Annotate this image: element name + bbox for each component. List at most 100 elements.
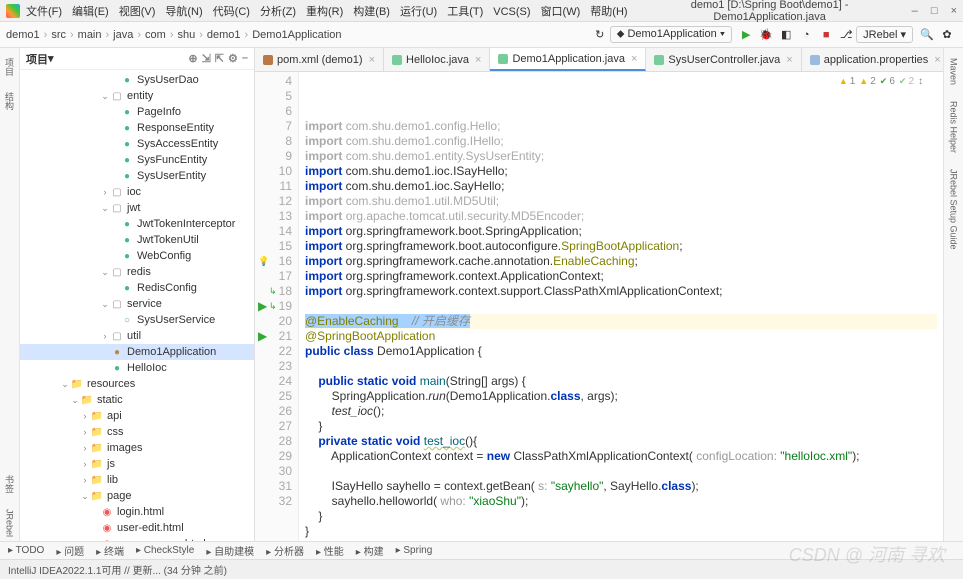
profile-button[interactable]: ◔ — [798, 27, 814, 43]
close-button[interactable]: × — [951, 5, 957, 17]
menu-item[interactable]: VCS(S) — [493, 6, 530, 18]
tree-row[interactable]: ›images — [20, 440, 254, 456]
tree-row[interactable]: HelloIoc — [20, 360, 254, 376]
sync-icon[interactable]: ↻ — [592, 27, 608, 43]
menu-item[interactable]: 窗口(W) — [541, 6, 581, 18]
breadcrumb-item[interactable]: java — [113, 29, 133, 41]
editor-tab[interactable]: pom.xml (demo1)× — [255, 48, 384, 71]
code-area[interactable]: 1 2 6 2 ↕ import com.shu.demo1.config.He… — [299, 72, 943, 541]
coverage-button[interactable]: ◧ — [778, 27, 794, 43]
editor-tabs[interactable]: pom.xml (demo1)×HelloIoc.java×Demo1Appli… — [255, 48, 943, 72]
bottom-tab[interactable]: ▸ 自助建模 — [206, 543, 254, 558]
tree-row[interactable]: PageInfo — [20, 104, 254, 120]
minimize-button[interactable]: – — [912, 5, 918, 17]
tree-row[interactable]: SysUserDao — [20, 72, 254, 88]
breadcrumb-item[interactable]: main — [78, 29, 102, 41]
tree-row[interactable]: JwtTokenUtil — [20, 232, 254, 248]
run-config-selector[interactable]: ⬥ Demo1Application ▾ — [610, 26, 732, 43]
bottom-tool-tabs[interactable]: ▸ TODO ▸ 问题 ▸ 终端 ▸ CheckStyle ▸ 自助建模 ▸ 分析器 ▸ 性… — [0, 541, 963, 559]
bottom-tab[interactable]: ▸ 问题 — [56, 543, 84, 558]
tree-row[interactable]: ›ioc — [20, 184, 254, 200]
tree-row[interactable]: login.html — [20, 504, 254, 520]
menu-item[interactable]: 工具(T) — [447, 6, 483, 18]
tree-row[interactable]: SysFuncEntity — [20, 152, 254, 168]
menu-item[interactable]: 导航(N) — [165, 6, 202, 18]
tree-row[interactable]: user-edit.html — [20, 520, 254, 536]
tree-row[interactable]: SysUserService — [20, 312, 254, 328]
bottom-tab[interactable]: ▸ CheckStyle — [136, 545, 194, 556]
menu-item[interactable]: 重构(R) — [306, 6, 343, 18]
bottom-tab[interactable]: ▸ 性能 — [316, 543, 344, 558]
editor-tab[interactable]: SysUserController.java× — [646, 48, 801, 71]
menu-item[interactable]: 分析(Z) — [260, 6, 296, 18]
jrebel-tab[interactable]: JRebel — [3, 505, 17, 541]
tree-row[interactable]: Demo1Application — [20, 344, 254, 360]
bottom-tab[interactable]: ▸ 构建 — [356, 543, 384, 558]
breadcrumb-item[interactable]: Demo1Application — [252, 29, 341, 41]
tree-row[interactable]: JwtTokenInterceptor — [20, 216, 254, 232]
bottom-tab[interactable]: ▸ 分析器 — [266, 543, 304, 558]
tree-row[interactable]: ⌄entity — [20, 88, 254, 104]
tree-row[interactable]: ⌄jwt — [20, 200, 254, 216]
tree-row[interactable]: ›js — [20, 456, 254, 472]
breadcrumb-item[interactable]: shu — [177, 29, 195, 41]
tree-row[interactable]: SysAccessEntity — [20, 136, 254, 152]
breadcrumb-item[interactable]: demo1 — [207, 29, 241, 41]
tree-row[interactable]: ⌄resources — [20, 376, 254, 392]
status-bar: IntelliJ IDEA2022.1.1可用 // 更新... (34 分钟 … — [0, 559, 963, 579]
right-tab[interactable]: Maven — [947, 54, 961, 89]
project-tab[interactable]: 项目 — [1, 54, 18, 80]
tree-row[interactable]: ⌄static — [20, 392, 254, 408]
breadcrumb-item[interactable]: demo1 — [6, 29, 40, 41]
jrebel-selector[interactable]: JRebel ▾ — [856, 26, 913, 43]
hide-icon[interactable]: – — [242, 52, 248, 65]
settings-icon[interactable]: ✿ — [939, 27, 955, 43]
maximize-button[interactable]: □ — [931, 5, 938, 17]
expand-icon[interactable]: ⇲ — [202, 52, 211, 65]
breadcrumb-item[interactable]: com — [145, 29, 166, 41]
breadcrumb-item[interactable]: src — [51, 29, 66, 41]
tree-row[interactable]: ⌄page — [20, 488, 254, 504]
structure-tab[interactable]: 结构 — [1, 88, 18, 114]
tree-row[interactable]: ›api — [20, 408, 254, 424]
menu-item[interactable]: 帮助(H) — [590, 6, 627, 18]
menu-item[interactable]: 运行(U) — [400, 6, 437, 18]
editor-tab[interactable]: HelloIoc.java× — [384, 48, 490, 71]
search-icon[interactable]: 🔍 — [919, 27, 935, 43]
bottom-tab[interactable]: ▸ Spring — [396, 545, 433, 556]
bottom-tab[interactable]: ▸ 终端 — [96, 543, 124, 558]
stop-button[interactable]: ■ — [818, 27, 834, 43]
inspection-badges[interactable]: 1 2 6 2 ↕ — [839, 74, 923, 89]
status-message[interactable]: IntelliJ IDEA2022.1.1可用 // 更新... (34 分钟 … — [8, 562, 227, 577]
menu-item[interactable]: 编辑(E) — [72, 6, 109, 18]
menu-item[interactable]: 代码(C) — [213, 6, 250, 18]
right-tab[interactable]: Redis Helper — [947, 97, 961, 157]
debug-button[interactable]: 🐞 — [758, 27, 774, 43]
tree-row[interactable]: ›util — [20, 328, 254, 344]
breadcrumb[interactable]: demo1›src›main›java›com›shu›demo1›Demo1A… — [6, 29, 342, 41]
menu-item[interactable]: 构建(B) — [353, 6, 390, 18]
menu-item[interactable]: 文件(F) — [26, 6, 62, 18]
tree-row[interactable]: ›lib — [20, 472, 254, 488]
tree-row[interactable]: ⌄service — [20, 296, 254, 312]
editor-tab[interactable]: application.properties× — [802, 48, 943, 71]
tree-row[interactable]: ›css — [20, 424, 254, 440]
tree-row[interactable]: ⌄redis — [20, 264, 254, 280]
settings-gear-icon[interactable]: ⚙ — [228, 52, 238, 65]
line-gutter[interactable]: 456789101112131415💡1617↳18▶↳1920▶2122232… — [255, 72, 299, 541]
right-tab[interactable]: JRebel Setup Guide — [947, 165, 961, 254]
tree-row[interactable]: WebConfig — [20, 248, 254, 264]
select-file-icon[interactable]: ⊕ — [188, 52, 197, 65]
project-tree[interactable]: SysUserDao⌄entityPageInfoResponseEntityS… — [20, 70, 254, 541]
menu-item[interactable]: 视图(V) — [119, 6, 156, 18]
main-menu[interactable]: 文件(F) 编辑(E) 视图(V) 导航(N) 代码(C) 分析(Z) 重构(R) 构建(B)… — [26, 3, 638, 19]
bookmarks-tab[interactable]: 书签 — [1, 471, 18, 497]
bottom-tab[interactable]: ▸ TODO — [8, 545, 44, 556]
git-button[interactable]: ⎇ — [838, 27, 854, 43]
editor-tab[interactable]: Demo1Application.java× — [490, 48, 646, 71]
run-button[interactable]: ▶ — [738, 27, 754, 43]
tree-row[interactable]: RedisConfig — [20, 280, 254, 296]
collapse-icon[interactable]: ⇱ — [215, 52, 224, 65]
tree-row[interactable]: ResponseEntity — [20, 120, 254, 136]
tree-row[interactable]: SysUserEntity — [20, 168, 254, 184]
